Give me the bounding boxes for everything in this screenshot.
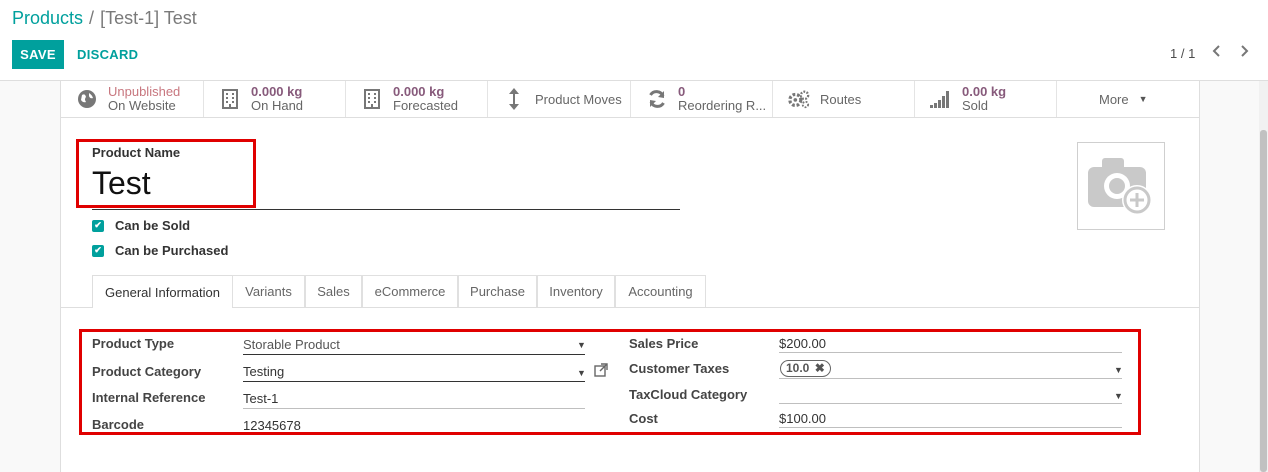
smart-button-website[interactable]: Unpublished On Website	[61, 81, 204, 117]
refresh-icon	[646, 88, 668, 110]
breadcrumb-products-link[interactable]: Products	[12, 8, 83, 28]
building-icon	[361, 88, 383, 110]
breadcrumb-separator: /	[89, 8, 95, 28]
routes-label: Routes	[820, 91, 862, 107]
smart-button-on-hand[interactable]: 0.000 kg On Hand	[204, 81, 346, 117]
pager-previous-button[interactable]	[1211, 44, 1223, 63]
forecasted-value: 0.000 kg	[393, 84, 445, 99]
chevron-right-icon	[1241, 45, 1249, 57]
website-status-label: On Website	[108, 98, 176, 113]
forecasted-label: Forecasted	[393, 98, 459, 113]
smart-button-reordering-rules[interactable]: 0 Reordering R...	[631, 81, 773, 117]
product-moves-label: Product Moves	[535, 91, 622, 107]
breadcrumb-current: [Test-1] Test	[100, 8, 197, 28]
smart-button-product-moves[interactable]: Product Moves	[488, 81, 631, 117]
reordering-rules-label: Reordering R...	[678, 98, 767, 113]
breadcrumb: Products / [Test-1] Test	[12, 8, 197, 29]
tab-accounting[interactable]: Accounting	[615, 275, 706, 307]
building-icon	[219, 88, 241, 110]
tab-sales[interactable]: Sales	[305, 275, 362, 307]
sold-value: 0.00 kg	[962, 84, 1007, 99]
arrows-vertical-icon	[503, 88, 525, 110]
product-name-highlight	[76, 139, 256, 208]
pager-next-button[interactable]	[1238, 44, 1250, 63]
form-sheet: Unpublished On Website 0.000 kg On Hand 0.…	[60, 81, 1200, 472]
can-be-sold-checkbox[interactable]: ✔	[92, 219, 104, 232]
discard-button[interactable]: DISCARD	[77, 40, 138, 69]
can-be-purchased-row: ✔ Can be Purchased	[92, 243, 228, 258]
save-button[interactable]: SAVE	[12, 40, 64, 69]
pager-value[interactable]: 1 / 1	[1170, 46, 1195, 61]
globe-icon	[76, 88, 98, 110]
smart-button-routes[interactable]: Routes	[773, 81, 915, 117]
general-fields-highlight	[79, 329, 1141, 435]
smart-button-bar: Unpublished On Website 0.000 kg On Hand 0.…	[61, 81, 1199, 118]
smart-button-sold[interactable]: 0.00 kg Sold	[915, 81, 1057, 117]
can-be-sold-row: ✔ Can be Sold	[92, 218, 190, 233]
notebook-tabs: General Information Variants Sales eComm…	[61, 275, 1199, 308]
caret-down-icon: ▼	[1138, 94, 1148, 104]
can-be-purchased-label: Can be Purchased	[115, 243, 229, 258]
on-hand-label: On Hand	[251, 98, 304, 113]
cogs-icon	[788, 88, 810, 110]
can-be-sold-label: Can be Sold	[115, 218, 191, 233]
tab-general-information[interactable]: General Information	[92, 275, 233, 308]
reordering-rules-value: 0	[678, 84, 686, 99]
tab-purchase[interactable]: Purchase	[458, 275, 537, 307]
smart-button-forecasted[interactable]: 0.000 kg Forecasted	[346, 81, 488, 117]
smart-button-more[interactable]: More ▼	[1057, 81, 1199, 117]
signal-icon	[930, 88, 952, 110]
tab-inventory[interactable]: Inventory	[537, 275, 615, 307]
tab-variants[interactable]: Variants	[232, 275, 305, 307]
camera-plus-icon	[1088, 158, 1152, 215]
website-status-value: Unpublished	[108, 84, 181, 99]
more-label: More	[1099, 91, 1129, 107]
sold-label: Sold	[962, 98, 989, 113]
chevron-left-icon	[1212, 45, 1220, 57]
product-name-underline	[92, 209, 680, 210]
on-hand-value: 0.000 kg	[251, 84, 303, 99]
can-be-purchased-checkbox[interactable]: ✔	[92, 244, 104, 257]
product-image[interactable]	[1077, 142, 1165, 230]
tab-ecommerce[interactable]: eCommerce	[362, 275, 458, 307]
control-panel: Products / [Test-1] Test SAVE DISCARD 1 / …	[0, 0, 1268, 81]
scrollbar-thumb[interactable]	[1260, 130, 1267, 472]
